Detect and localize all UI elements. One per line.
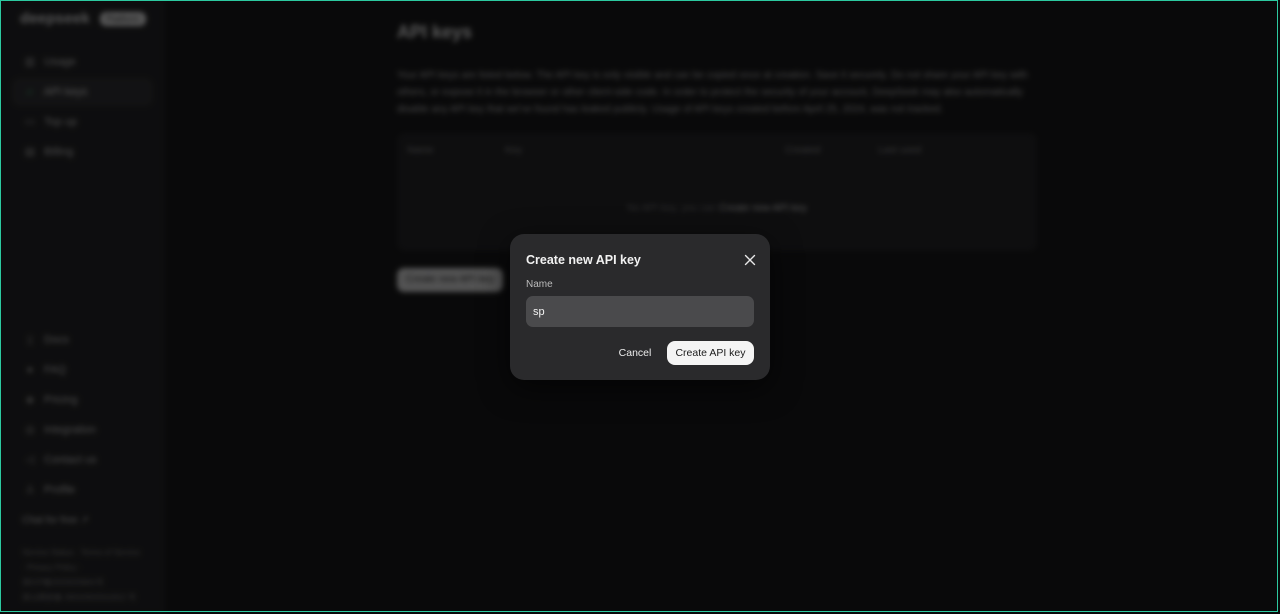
dialog-title: Create new API key — [526, 253, 641, 267]
cancel-button[interactable]: Cancel — [610, 341, 660, 365]
name-field-label: Name — [526, 279, 553, 290]
create-api-key-button[interactable]: Create API key — [667, 341, 754, 365]
create-api-key-dialog: Create new API key Name Cancel Create AP… — [510, 234, 770, 380]
close-icon[interactable] — [742, 252, 758, 268]
name-input[interactable] — [526, 296, 754, 327]
